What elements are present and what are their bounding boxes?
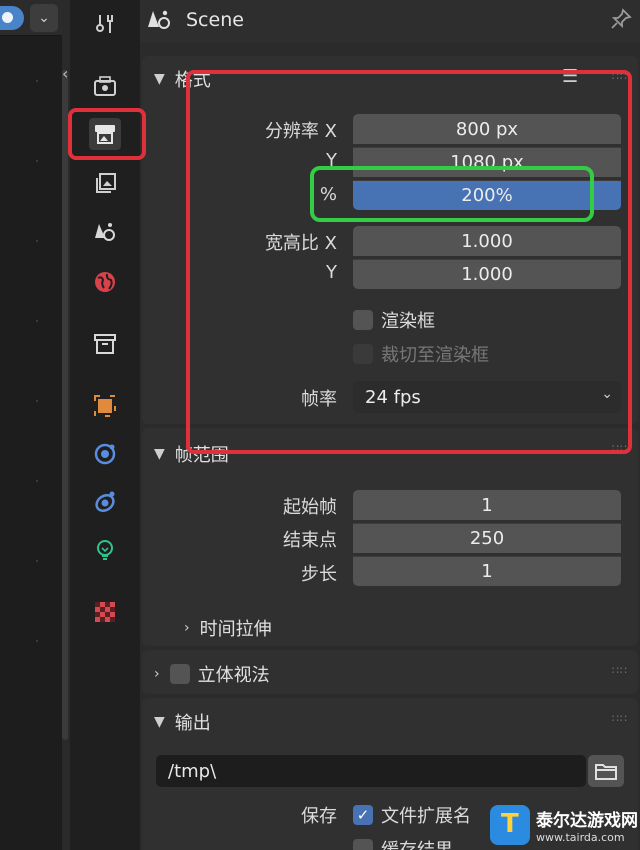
- pin-icon[interactable]: [610, 8, 632, 35]
- scene-icon: [146, 8, 172, 37]
- grid-dot: [36, 400, 38, 402]
- grid-dot: [36, 480, 38, 482]
- drag-handle-icon[interactable]: ∷∷: [612, 712, 628, 725]
- output-panel-header[interactable]: ▼ 输出: [154, 709, 211, 735]
- tool-settings-icon[interactable]: [89, 8, 121, 40]
- chevron-down-icon: ▼: [154, 714, 165, 730]
- chevron-down-icon: ▼: [154, 71, 165, 87]
- collection-properties-icon[interactable]: [89, 328, 121, 360]
- grid-dot: [36, 560, 38, 562]
- watermark-url: www.tairda.com: [536, 831, 625, 844]
- view-layer-icon[interactable]: [89, 168, 121, 200]
- frame-start-field[interactable]: 1: [353, 490, 621, 520]
- grid-dot: [36, 80, 38, 82]
- chevron-right-icon: ›: [154, 666, 160, 682]
- chevron-down-icon[interactable]: ⌄: [30, 4, 58, 32]
- cache-result-checkbox[interactable]: 缓存结果: [353, 836, 453, 850]
- frame-step-field[interactable]: 1: [353, 556, 621, 586]
- world-properties-icon[interactable]: [89, 266, 121, 298]
- properties-header: Scene: [140, 0, 640, 42]
- grid-dot: [36, 240, 38, 242]
- drag-handle-icon[interactable]: ∷∷: [612, 664, 628, 677]
- stereoscopy-panel-title: 立体视法: [197, 665, 270, 686]
- context-title: Scene: [186, 9, 244, 31]
- stereoscopy-panel-header[interactable]: › 立体视法: [154, 661, 270, 687]
- watermark-name: 泰尔达游戏网: [536, 811, 638, 831]
- highlight-box-percent: [310, 166, 594, 222]
- frame-step-label: 步长: [301, 564, 337, 585]
- texture-properties-icon[interactable]: [89, 596, 121, 628]
- viewport-edge: ⌄: [0, 0, 62, 850]
- time-stretch-label: 时间拉伸: [199, 619, 272, 640]
- modifier-physics-icon[interactable]: [89, 438, 121, 470]
- viewport-header: ⌄: [0, 0, 62, 36]
- checkbox-icon: [353, 839, 373, 850]
- cache-result-label: 缓存结果: [381, 836, 453, 850]
- frame-end-label: 结束点: [283, 530, 337, 551]
- folder-browse-button[interactable]: [588, 755, 624, 787]
- output-path-input[interactable]: /tmp\: [156, 755, 586, 787]
- folder-icon: [595, 764, 617, 780]
- watermark-logo: 泰尔达游戏网 www.tairda.com: [490, 800, 640, 850]
- stereoscopy-checkbox[interactable]: [169, 664, 190, 684]
- highlight-box-format: [186, 70, 632, 454]
- scrollbar[interactable]: [62, 70, 68, 740]
- checkmark-icon: ✓: [353, 805, 373, 825]
- scene-properties-icon[interactable]: [89, 216, 121, 248]
- file-extensions-checkbox[interactable]: ✓ 文件扩展名: [353, 802, 471, 828]
- chevron-right-icon: ›: [184, 620, 190, 636]
- highlight-box-tab: [68, 108, 146, 160]
- render-properties-icon[interactable]: [89, 70, 121, 102]
- grid-dot: [36, 160, 38, 162]
- object-properties-icon[interactable]: [89, 390, 121, 422]
- watermark-icon: [490, 805, 530, 845]
- grid-dot: [36, 320, 38, 322]
- editor-type-icon[interactable]: [0, 6, 24, 30]
- data-bulb-icon[interactable]: [89, 534, 121, 566]
- constraint-icon[interactable]: [89, 486, 121, 518]
- file-extensions-label: 文件扩展名: [381, 806, 471, 827]
- grid-dot: [36, 640, 38, 642]
- save-label: 保存: [301, 806, 337, 827]
- time-stretch-subpanel[interactable]: › 时间拉伸: [184, 615, 272, 641]
- stereoscopy-panel: › 立体视法 ∷∷: [142, 650, 638, 694]
- frame-start-label: 起始帧: [283, 497, 337, 518]
- frame-range-panel: ▼ 帧范围 ∷∷ 起始帧 1 结束点 250 步长 1 › 时间拉伸: [142, 428, 638, 646]
- frame-end-field[interactable]: 250: [353, 523, 621, 553]
- chevron-down-icon: ▼: [154, 446, 165, 462]
- output-path-value: /tmp\: [168, 760, 217, 782]
- output-panel-title: 输出: [174, 713, 211, 734]
